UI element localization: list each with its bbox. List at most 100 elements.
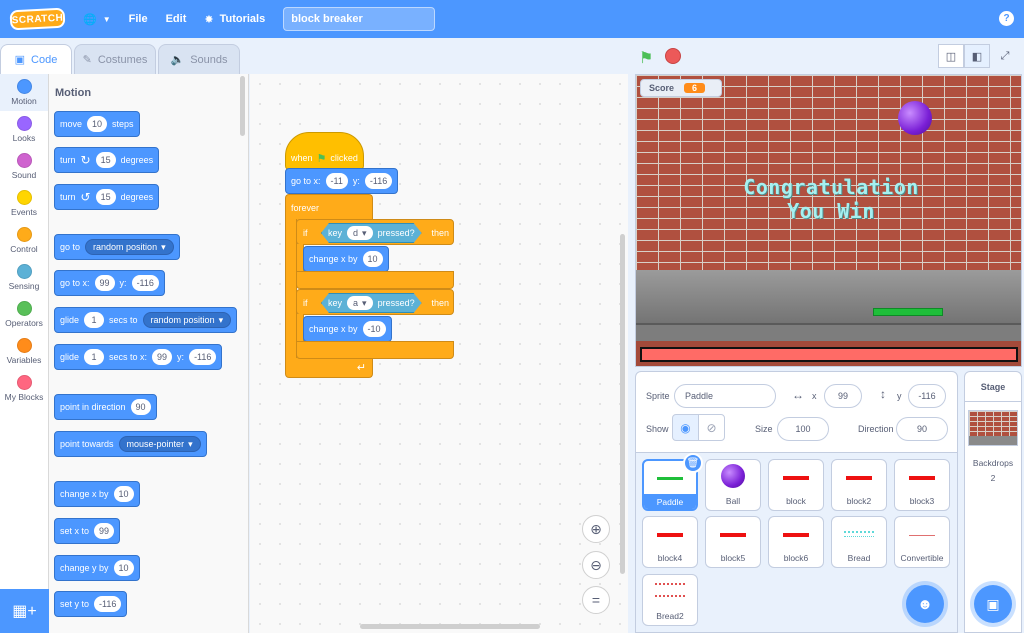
block-dropdown[interactable]: random position ▾ (85, 239, 174, 255)
stop-button[interactable] (665, 48, 681, 64)
zoom-in-button[interactable]: ⊕ (582, 515, 610, 543)
sprite-name-input[interactable]: Paddle (674, 384, 776, 408)
category-my-blocks[interactable]: My Blocks (0, 370, 48, 407)
scripts-vertical-scrollbar[interactable] (620, 234, 625, 574)
scratch-logo[interactable]: SCRATCH (9, 7, 66, 31)
tutorials-menu[interactable]: ✸ Tutorials (204, 13, 265, 26)
category-motion[interactable]: Motion (0, 74, 48, 111)
block-input[interactable]: 99 (94, 275, 115, 291)
if-block-key-a[interactable]: if key a ▾ pressed? then (296, 289, 454, 315)
sprite-tile-block4[interactable]: block4 (642, 516, 698, 568)
y-input[interactable]: -116 (908, 384, 946, 408)
block-input[interactable]: 15 (95, 189, 116, 205)
block-input[interactable]: -116 (131, 275, 159, 291)
block-input[interactable]: 15 (95, 152, 116, 168)
script-block-go-to-xy[interactable]: go to x: -11 y: -116 (285, 168, 399, 194)
green-flag-button[interactable]: ⚑ (639, 48, 653, 68)
normal-stage-button[interactable]: ◧ (964, 44, 990, 68)
block-input[interactable]: 10 (87, 116, 108, 132)
paddle-sprite[interactable] (873, 308, 943, 316)
block-glide[interactable]: glide 1 secs to random position ▾ (54, 307, 238, 333)
sprite-tile-block[interactable]: block (768, 459, 824, 511)
category-sound[interactable]: Sound (0, 148, 48, 185)
zoom-out-button[interactable]: ⊖ (582, 551, 610, 579)
ball-sprite[interactable] (898, 101, 932, 135)
language-menu[interactable]: 🌐 ▼ (83, 13, 111, 26)
block-dropdown[interactable]: random position ▾ (142, 312, 232, 328)
choose-sprite-button[interactable]: ☻ (906, 585, 944, 623)
zoom-reset-button[interactable]: = (582, 586, 610, 614)
size-input[interactable]: 100 (777, 417, 829, 441)
scripts-horizontal-scrollbar[interactable] (360, 624, 540, 629)
category-variables[interactable]: Variables (0, 333, 48, 370)
block-input[interactable]: 1 (84, 312, 105, 328)
edit-menu[interactable]: Edit (166, 13, 187, 25)
block-input[interactable]: -10 (362, 321, 386, 337)
block-turn-left[interactable]: turn ↺ 15 degrees (54, 184, 160, 210)
hat-block-when-flag-clicked[interactable]: when ⚑ clicked (285, 132, 364, 170)
block-glide-xy[interactable]: glide 1 secs to x: 99 y: -116 (54, 344, 223, 370)
sprite-tile-convertible[interactable]: Convertible (894, 516, 950, 568)
block-turn-right[interactable]: turn ↻ 15 degrees (54, 147, 160, 173)
block-input[interactable]: 1 (84, 349, 105, 365)
key-dropdown[interactable]: d ▾ (347, 226, 373, 240)
tab-code[interactable]: ▣ Code (0, 44, 72, 74)
if-block-key-d[interactable]: if key d ▾ pressed? then (296, 219, 454, 245)
stage-canvas[interactable]: Score 6 Congratulation You Win (635, 74, 1022, 367)
sprite-tile-block3[interactable]: block3 (894, 459, 950, 511)
block-point-in-direction[interactable]: point in direction 90 (54, 394, 157, 420)
sprite-tile-bread2[interactable]: Bread2 (642, 574, 698, 626)
script-block-change-x-10[interactable]: change x by 10 (303, 246, 389, 272)
palette-scrollbar[interactable] (240, 76, 245, 136)
bottom-bar-sprite[interactable] (640, 347, 1018, 362)
block-go-to-xy[interactable]: go to x: 99 y: -116 (54, 270, 165, 296)
show-visible-button[interactable]: ◉ (672, 414, 699, 441)
block-go-to[interactable]: go to random position ▾ (54, 234, 180, 260)
choose-backdrop-button[interactable]: ▣ (974, 585, 1012, 623)
fullscreen-button[interactable]: ⤢ (992, 44, 1018, 68)
project-title-input[interactable]: block breaker (283, 7, 436, 31)
block-dropdown[interactable]: mouse-pointer ▾ (118, 436, 201, 452)
block-change-y[interactable]: change y by 10 (54, 555, 140, 581)
script-block-change-x-minus-10[interactable]: change x by -10 (303, 316, 392, 342)
help-icon[interactable]: ? (999, 11, 1014, 26)
scripts-area[interactable]: when ⚑ clicked go to x: -11 y: -116 fore… (250, 74, 628, 633)
category-control[interactable]: Control (0, 222, 48, 259)
key-pressed-condition[interactable]: key a ▾ pressed? (321, 293, 422, 313)
block-input[interactable]: 99 (152, 349, 173, 365)
block-set-y[interactable]: set y to -116 (54, 591, 128, 617)
block-input[interactable]: 10 (362, 251, 383, 267)
tab-sounds[interactable]: 🔈 Sounds (158, 44, 240, 74)
block-move-steps[interactable]: move 10 steps (54, 111, 140, 137)
key-dropdown[interactable]: a ▾ (347, 296, 373, 310)
block-input[interactable]: 10 (113, 560, 134, 576)
category-sensing[interactable]: Sensing (0, 259, 48, 296)
block-input[interactable]: 90 (130, 399, 151, 415)
sprite-tile-ball[interactable]: Ball (705, 459, 761, 511)
file-menu[interactable]: File (129, 13, 148, 25)
direction-input[interactable]: 90 (896, 417, 948, 441)
add-extension-button[interactable]: ▦+ (0, 589, 49, 633)
category-looks[interactable]: Looks (0, 111, 48, 148)
block-change-x[interactable]: change x by 10 (54, 481, 140, 507)
sprite-tile-block6[interactable]: block6 (768, 516, 824, 568)
small-stage-button[interactable]: ◫ (938, 44, 964, 68)
tab-costumes[interactable]: ✎ Costumes (74, 44, 156, 74)
category-operators[interactable]: Operators (0, 296, 48, 333)
key-pressed-condition[interactable]: key d ▾ pressed? (321, 223, 422, 243)
block-point-towards[interactable]: point towards mouse-pointer ▾ (54, 431, 207, 457)
sprite-tile-bread[interactable]: Bread (831, 516, 887, 568)
block-input[interactable]: 10 (113, 486, 134, 502)
x-input[interactable]: 99 (824, 384, 862, 408)
forever-block[interactable]: forever (285, 194, 373, 220)
block-input[interactable]: -116 (94, 596, 122, 612)
show-hidden-button[interactable]: ⊘ (698, 414, 725, 441)
sprite-tile-block2[interactable]: block2 (831, 459, 887, 511)
block-set-x[interactable]: set x to 99 (54, 518, 121, 544)
sprite-tile-block5[interactable]: block5 (705, 516, 761, 568)
score-monitor[interactable]: Score 6 (640, 79, 722, 97)
block-input[interactable]: -11 (325, 173, 348, 189)
delete-sprite-button[interactable]: 🗑 (683, 453, 703, 473)
category-events[interactable]: Events (0, 185, 48, 222)
block-input[interactable]: -116 (189, 349, 217, 365)
